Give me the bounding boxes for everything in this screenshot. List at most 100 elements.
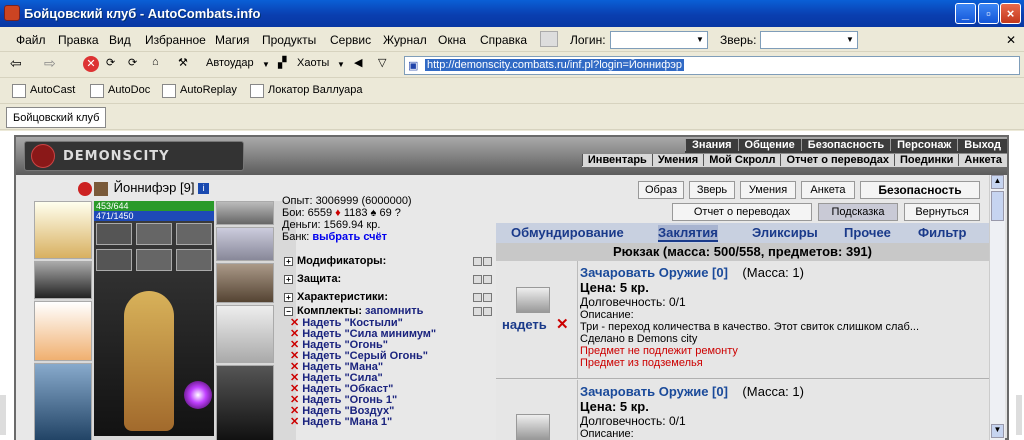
scroll-arrows[interactable] xyxy=(472,257,494,267)
home-icon[interactable]: ⌂ xyxy=(152,56,159,68)
info-icon[interactable]: i xyxy=(198,183,210,195)
chevron-down-icon[interactable]: ▼ xyxy=(262,60,270,69)
transfers-button[interactable]: Отчет о переводах xyxy=(672,203,812,221)
link-autodoc[interactable]: AutoDoc xyxy=(90,84,150,98)
minimize-button[interactable]: _ xyxy=(955,3,976,24)
ring-slot[interactable] xyxy=(96,223,132,245)
menu-windows[interactable]: Окна xyxy=(438,33,466,47)
login-select[interactable]: ▼ xyxy=(610,31,708,49)
armor-slot[interactable] xyxy=(34,363,92,440)
skills-button[interactable]: Умения xyxy=(740,181,796,199)
remember-link[interactable]: запомнить xyxy=(365,305,423,317)
menu-file[interactable]: Файл xyxy=(16,33,46,47)
item-durability: Долговечность: 0/1 xyxy=(580,414,686,428)
security-button[interactable]: Безопасность xyxy=(860,181,980,199)
nav-character[interactable]: Персонаж xyxy=(890,139,957,151)
menu-favorites[interactable]: Избранное xyxy=(145,33,206,47)
maximize-button[interactable]: ▫ xyxy=(978,3,999,24)
sound-icon[interactable]: ◀ xyxy=(354,56,362,69)
mods-section[interactable]: + Модификаторы: xyxy=(284,255,496,271)
link-locator[interactable]: Локатор Валлуара xyxy=(250,84,363,98)
scroll-slot[interactable] xyxy=(176,249,212,271)
subnav-scroll[interactable]: Мой Скролл xyxy=(703,154,780,166)
wear-link[interactable]: надеть xyxy=(502,317,547,332)
nav-communication[interactable]: Общение xyxy=(737,139,801,151)
ring-slot[interactable] xyxy=(176,223,212,245)
tools-icon[interactable]: ⚒ xyxy=(178,56,188,69)
refresh-icon[interactable]: ⟳ xyxy=(106,56,115,69)
refresh-all-icon[interactable]: ⟳ xyxy=(128,56,137,69)
address-text[interactable]: http://demonscity.combats.ru/inf.pl?logi… xyxy=(425,59,684,71)
tab-equipment[interactable]: Обмундирование xyxy=(511,225,624,240)
boots-slot[interactable] xyxy=(216,365,274,440)
nav-exit[interactable]: Выход xyxy=(957,139,1007,151)
gloves-slot[interactable] xyxy=(216,263,274,303)
menu-edit[interactable]: Правка xyxy=(58,33,99,47)
drop-icon[interactable]: ✕ xyxy=(556,315,569,333)
subnav-fights[interactable]: Поединки xyxy=(894,154,958,166)
weapon-slot[interactable] xyxy=(34,301,92,361)
bank-icon[interactable] xyxy=(540,31,558,47)
kit-item[interactable]: ✕ Надеть "Мана 1" xyxy=(290,417,500,428)
item-name[interactable]: Зачаровать Оружие [0] xyxy=(580,265,728,280)
menu-journal[interactable]: Журнал xyxy=(383,33,427,47)
beast-button[interactable]: Зверь xyxy=(689,181,735,199)
page-icon xyxy=(90,84,104,98)
autoudar-button[interactable]: Автоудар xyxy=(206,57,254,69)
scroll-arrows[interactable] xyxy=(472,275,494,285)
scroll-arrows[interactable] xyxy=(472,293,494,303)
image-button[interactable]: Образ xyxy=(638,181,684,199)
ring-slot[interactable] xyxy=(136,223,172,245)
close-toolbar-icon[interactable]: ✕ xyxy=(1006,33,1016,47)
vertical-scrollbar[interactable]: ▲ ▼ xyxy=(989,175,1005,440)
chaos-button[interactable]: Хаоты xyxy=(297,57,329,69)
stop-icon[interactable]: ✕ xyxy=(83,56,99,72)
forward-icon[interactable]: ⇨ xyxy=(44,55,56,72)
defense-section[interactable]: + Защита: xyxy=(284,273,496,289)
address-bar[interactable]: ▣ http://demonscity.combats.ru/inf.pl?lo… xyxy=(404,56,1020,75)
scroll-slot[interactable] xyxy=(136,249,172,271)
bank-line: Банк: выбрать счёт xyxy=(282,231,492,243)
scroll-thumb[interactable] xyxy=(991,191,1004,221)
character-avatar[interactable] xyxy=(94,221,214,436)
earrings-slot[interactable] xyxy=(216,201,274,225)
scroll-up-icon[interactable]: ▲ xyxy=(991,175,1004,189)
tab-other[interactable]: Прочее xyxy=(844,225,891,240)
menu-magic[interactable]: Магия xyxy=(215,33,249,47)
subnav-inventory[interactable]: Инвентарь xyxy=(581,154,652,166)
nav-knowledge[interactable]: Знания xyxy=(685,139,737,151)
hint-button[interactable]: Подсказка xyxy=(818,203,898,221)
subnav-skills[interactable]: Умения xyxy=(651,154,703,166)
shield-slot[interactable] xyxy=(216,305,274,363)
filter-icon[interactable]: ▽ xyxy=(378,56,386,69)
link-autoreplay[interactable]: AutoReplay xyxy=(162,84,237,98)
profile-button[interactable]: Анкета xyxy=(801,181,855,199)
subnav-profile[interactable]: Анкета xyxy=(958,154,1007,166)
menu-view[interactable]: Вид xyxy=(109,33,131,47)
beast-select[interactable]: ▼ xyxy=(760,31,858,49)
amulet-slot[interactable] xyxy=(216,227,274,261)
tab-elixirs[interactable]: Эликсиры xyxy=(752,225,818,240)
helmet-slot[interactable] xyxy=(34,201,92,259)
tab-spells[interactable]: Заклятия xyxy=(658,225,718,242)
bracers-slot[interactable] xyxy=(34,261,92,299)
close-button[interactable]: × xyxy=(1000,3,1021,24)
kit-label[interactable]: Надеть "Мана 1" xyxy=(302,416,392,428)
back-button[interactable]: Вернуться xyxy=(904,203,980,221)
scroll-arrows[interactable] xyxy=(472,307,494,317)
scroll-slot[interactable] xyxy=(96,249,132,271)
scroll-down-icon[interactable]: ▼ xyxy=(991,424,1004,438)
delete-icon[interactable]: ✕ xyxy=(290,416,299,428)
chevron-down-icon[interactable]: ▼ xyxy=(337,60,345,69)
menu-help[interactable]: Справка xyxy=(480,33,527,47)
tab-fight-club[interactable]: Бойцовский клуб xyxy=(6,107,107,128)
bank-link[interactable]: выбрать счёт xyxy=(312,231,387,243)
nav-security[interactable]: Безопасность xyxy=(800,139,890,151)
menu-service[interactable]: Сервис xyxy=(330,33,371,47)
link-autocast[interactable]: AutoCast xyxy=(12,84,75,98)
item-name[interactable]: Зачаровать Оружие [0] xyxy=(580,384,728,399)
menu-products[interactable]: Продукты xyxy=(262,33,316,47)
back-icon[interactable]: ⇦ xyxy=(10,55,22,72)
subnav-transfers[interactable]: Отчет о переводах xyxy=(780,154,894,166)
tab-filter[interactable]: Фильтр xyxy=(918,225,967,240)
